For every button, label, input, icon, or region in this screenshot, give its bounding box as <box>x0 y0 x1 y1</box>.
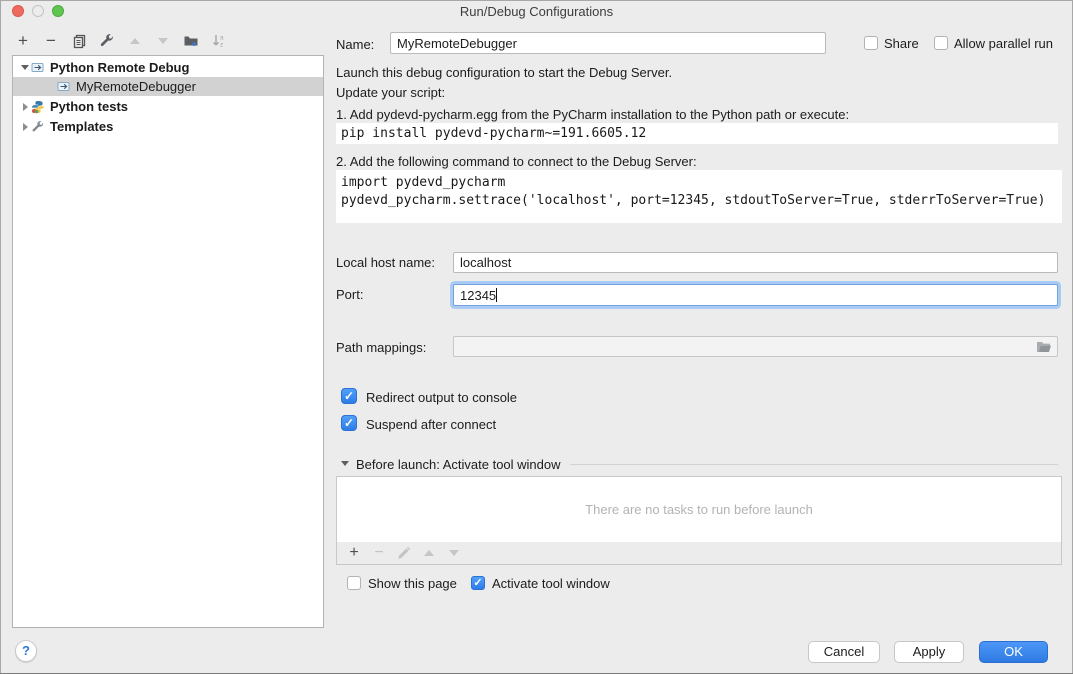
tree-item-myremotedebugger[interactable]: MyRemoteDebugger <box>13 77 323 96</box>
run-config-icon <box>57 80 71 93</box>
path-mappings-field[interactable] <box>453 336 1058 357</box>
suspend-after-connect-label: Suspend after connect <box>366 417 496 432</box>
step1-text: 1. Add pydevd-pycharm.egg from the PyCha… <box>336 107 849 122</box>
tree-item-templates[interactable]: Templates <box>13 117 323 136</box>
before-launch-toolbar: + − <box>336 542 1062 565</box>
window-title: Run/Debug Configurations <box>0 4 1073 19</box>
code-line-1: import pydevd_pycharm <box>341 175 505 190</box>
name-label: Name: <box>336 37 374 52</box>
templates-wrench-icon <box>31 120 45 134</box>
activate-tool-window-label: Activate tool window <box>492 576 610 591</box>
suspend-after-connect-checkbox[interactable] <box>341 415 357 431</box>
svg-text:z: z <box>220 42 223 49</box>
configurations-toolbar: + − az <box>12 31 230 51</box>
ok-button[interactable]: OK <box>979 641 1048 663</box>
apply-button[interactable]: Apply <box>894 641 964 663</box>
add-task-icon[interactable]: + <box>346 545 362 561</box>
browse-folder-icon[interactable] <box>1036 340 1052 354</box>
tree-item-python-remote-debug[interactable]: Python Remote Debug <box>13 58 323 77</box>
run-debug-configurations-dialog: Run/Debug Configurations + − az Python R… <box>0 0 1073 674</box>
tree-item-label: MyRemoteDebugger <box>76 79 196 94</box>
expand-collapse-icon[interactable] <box>19 123 31 131</box>
sort-configurations-icon: az <box>208 31 230 51</box>
local-host-name-input[interactable] <box>453 252 1058 273</box>
port-input[interactable] <box>453 284 1058 306</box>
move-task-down-icon <box>446 545 462 561</box>
share-label: Share <box>884 36 919 51</box>
path-mappings-label: Path mappings: <box>336 340 426 355</box>
tree-item-label: Python tests <box>50 99 128 114</box>
move-down-icon <box>152 31 174 51</box>
settrace-code-snippet: import pydevd_pycharm pydevd_pycharm.set… <box>336 170 1062 223</box>
name-input[interactable] <box>390 32 826 54</box>
before-launch-collapse-icon[interactable] <box>341 461 349 466</box>
no-tasks-text: There are no tasks to run before launch <box>585 502 813 517</box>
run-config-icon <box>31 61 45 74</box>
port-label: Port: <box>336 287 363 302</box>
help-button[interactable]: ? <box>15 640 37 662</box>
before-launch-title: Before launch: Activate tool window <box>356 457 561 472</box>
local-host-name-label: Local host name: <box>336 255 435 270</box>
show-this-page-checkbox[interactable] <box>347 576 361 590</box>
create-folder-icon[interactable] <box>180 31 202 51</box>
description-line-1: Launch this debug configuration to start… <box>336 65 672 80</box>
move-up-icon <box>124 31 146 51</box>
configurations-tree: Python Remote Debug MyRemoteDebugger Pyt… <box>12 55 324 628</box>
step2-text: 2. Add the following command to connect … <box>336 154 697 169</box>
remove-configuration-icon[interactable]: − <box>40 31 62 51</box>
pip-command-snippet: pip install pydevd-pycharm~=191.6605.12 <box>336 123 1058 144</box>
edit-templates-icon[interactable] <box>96 31 118 51</box>
allow-parallel-run-label: Allow parallel run <box>954 36 1053 51</box>
activate-tool-window-checkbox[interactable] <box>471 576 485 590</box>
tree-item-python-tests[interactable]: Python tests <box>13 97 323 116</box>
edit-task-icon <box>396 545 412 561</box>
allow-parallel-run-checkbox[interactable] <box>934 36 948 50</box>
expand-collapse-icon[interactable] <box>19 103 31 111</box>
redirect-output-label: Redirect output to console <box>366 390 517 405</box>
copy-configuration-icon[interactable] <box>68 31 90 51</box>
python-tests-icon <box>31 100 45 114</box>
redirect-output-checkbox[interactable] <box>341 388 357 404</box>
remove-task-icon: − <box>371 545 387 561</box>
share-checkbox[interactable] <box>864 36 878 50</box>
description-line-2: Update your script: <box>336 85 445 100</box>
tree-item-label: Python Remote Debug <box>50 60 189 75</box>
move-task-up-icon <box>421 545 437 561</box>
add-configuration-icon[interactable]: + <box>12 31 34 51</box>
show-this-page-label: Show this page <box>368 576 457 591</box>
cancel-button[interactable]: Cancel <box>808 641 880 663</box>
section-divider <box>570 464 1058 465</box>
svg-text:a: a <box>220 35 224 42</box>
expand-collapse-icon[interactable] <box>19 65 31 70</box>
help-question-icon: ? <box>22 643 30 658</box>
tree-item-label: Templates <box>50 119 113 134</box>
text-caret <box>496 288 497 302</box>
before-launch-tasks-list[interactable]: There are no tasks to run before launch <box>336 476 1062 543</box>
code-line-2: pydevd_pycharm.settrace('localhost', por… <box>341 193 1045 208</box>
